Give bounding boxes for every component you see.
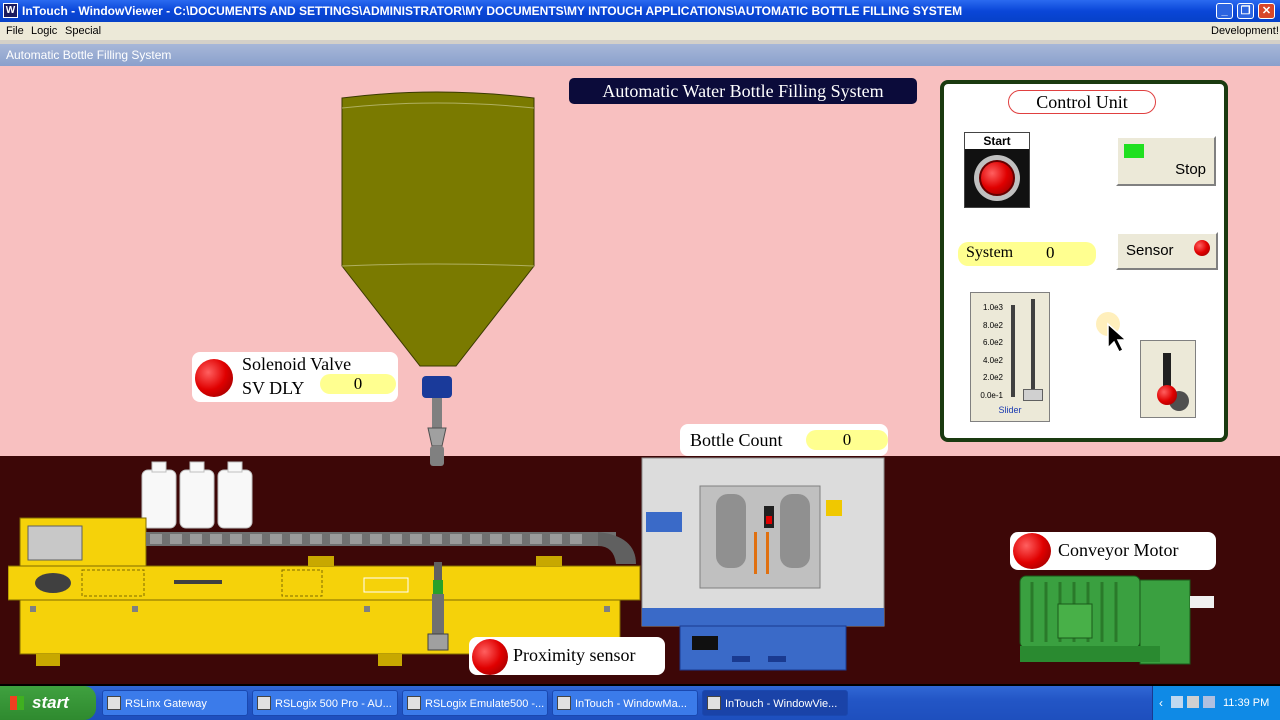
windowmaker-icon [557,696,571,710]
window-title-bar: W InTouch - WindowViewer - C:\DOCUMENTS … [0,0,1280,22]
menu-logic[interactable]: Logic [31,22,57,40]
slider-tick: 2.0e2 [982,373,1003,383]
solenoid-valve-label: Solenoid Valve [242,354,352,374]
control-unit-title: Control Unit [1008,90,1156,114]
slider-tick: 8.0e2 [982,320,1003,330]
toggle-lever [1163,353,1171,387]
proximity-sensor-body [427,562,449,651]
start-button-lamp [979,160,1015,196]
slider-tick: 6.0e2 [982,338,1003,348]
conveyor-motor-lamp [1013,533,1051,569]
taskbar-item-rslogix-500[interactable]: RSLogix 500 Pro - AU... [252,690,398,716]
sv-dly-label: SV DLY [242,378,305,398]
proximity-sensor-lamp [472,639,508,675]
window-title: InTouch - WindowViewer - C:\DOCUMENTS AN… [22,4,963,18]
sensor-indicator-lamp [1194,240,1210,256]
scene-heading: Automatic Water Bottle Filling System [569,78,917,104]
bottle-count-label: Bottle Count [690,430,783,450]
emulate-icon [407,696,421,710]
solenoid-valve-body [422,376,452,466]
rslogix-icon [257,696,271,710]
system-status-field: System 0 [958,242,1096,266]
tray-volume-icon[interactable] [1203,696,1215,708]
conveyor-motor-panel: Conveyor Motor [1010,532,1216,570]
slider-tick: 4.0e2 [982,355,1003,365]
tray-network-icon[interactable] [1171,696,1183,708]
toggle-knob [1157,385,1177,405]
slider-track-right [1031,299,1035,399]
bottle-count-value: 0 [806,430,888,450]
intouch-app-icon: W [3,3,18,18]
slider-track [1011,305,1015,397]
slider-label: Slider [998,405,1022,415]
control-unit-panel: Control Unit Start Stop System 0 Sensor … [940,80,1228,442]
slider-tick: 0.0e-1 [980,390,1003,400]
hopper-tank [341,91,535,367]
start-button-taskbar[interactable]: start [0,686,96,720]
conveyor-motor-body [1019,575,1214,665]
taskbar-item-rslinx[interactable]: RSLinx Gateway [102,690,248,716]
slider-tick: 1.0e3 [982,303,1003,312]
system-label: System [966,244,1014,261]
stop-button[interactable]: Stop [1116,136,1216,186]
stop-indicator [1124,144,1144,158]
sensor-button[interactable]: Sensor [1116,232,1218,270]
slider-thumb[interactable] [1023,389,1043,401]
tray-app-icon[interactable] [1187,696,1199,708]
start-button-label: Start [965,133,1029,149]
solenoid-valve-panel: Solenoid Valve SV DLY 0 [192,352,398,402]
windowviewer-icon [707,696,721,710]
slider-widget[interactable]: 1.0e3 8.0e2 6.0e2 4.0e2 2.0e2 0.0e-1 Sli… [970,292,1050,422]
conveyor-motor-label: Conveyor Motor [1058,540,1179,560]
system-tray: ‹ 11:39 PM [1152,686,1280,720]
inner-window-title-bar: Automatic Bottle Filling System [0,44,1280,66]
bottle-count-panel: Bottle Count 0 [680,424,888,456]
inner-window-title: Automatic Bottle Filling System [6,48,172,62]
menu-bar: File Logic Special Development! [0,22,1280,40]
close-button[interactable]: ✕ [1258,3,1275,19]
tray-chevron-icon[interactable]: ‹ [1159,696,1163,710]
menu-file[interactable]: File [6,22,24,40]
taskbar-item-rslogix-emulate[interactable]: RSLogix Emulate500 -... [402,690,548,716]
proximity-sensor-panel: Proximity sensor [469,637,665,675]
taskbar-item-intouch-windowmaker[interactable]: InTouch - WindowMa... [552,690,698,716]
slider-scale: 1.0e3 8.0e2 6.0e2 4.0e2 2.0e2 0.0e-1 [975,299,1003,405]
filling-machine [641,457,885,671]
menu-special[interactable]: Special [65,22,101,40]
sv-dly-value: 0 [320,374,396,394]
windows-logo-icon [10,696,24,710]
process-canvas: Automatic Water Bottle Filling System So… [0,66,1280,684]
menu-development[interactable]: Development! [1211,22,1279,40]
minimize-button[interactable]: _ [1216,3,1233,19]
toggle-switch[interactable] [1140,340,1196,418]
proximity-sensor-label: Proximity sensor [513,645,636,665]
start-button[interactable]: Start [964,132,1030,208]
tray-clock: 11:39 PM [1223,697,1270,709]
solenoid-valve-lamp [195,359,233,397]
maximize-button[interactable]: ❐ [1237,3,1254,19]
rslinx-icon [107,696,121,710]
mouse-cursor-icon [1096,312,1128,354]
system-value: 0 [1046,243,1055,262]
sensor-button-label: Sensor [1126,242,1174,259]
stop-button-label: Stop [1175,161,1206,178]
taskbar-item-intouch-windowviewer[interactable]: InTouch - WindowVie... [702,690,848,716]
start-label: start [32,693,69,712]
